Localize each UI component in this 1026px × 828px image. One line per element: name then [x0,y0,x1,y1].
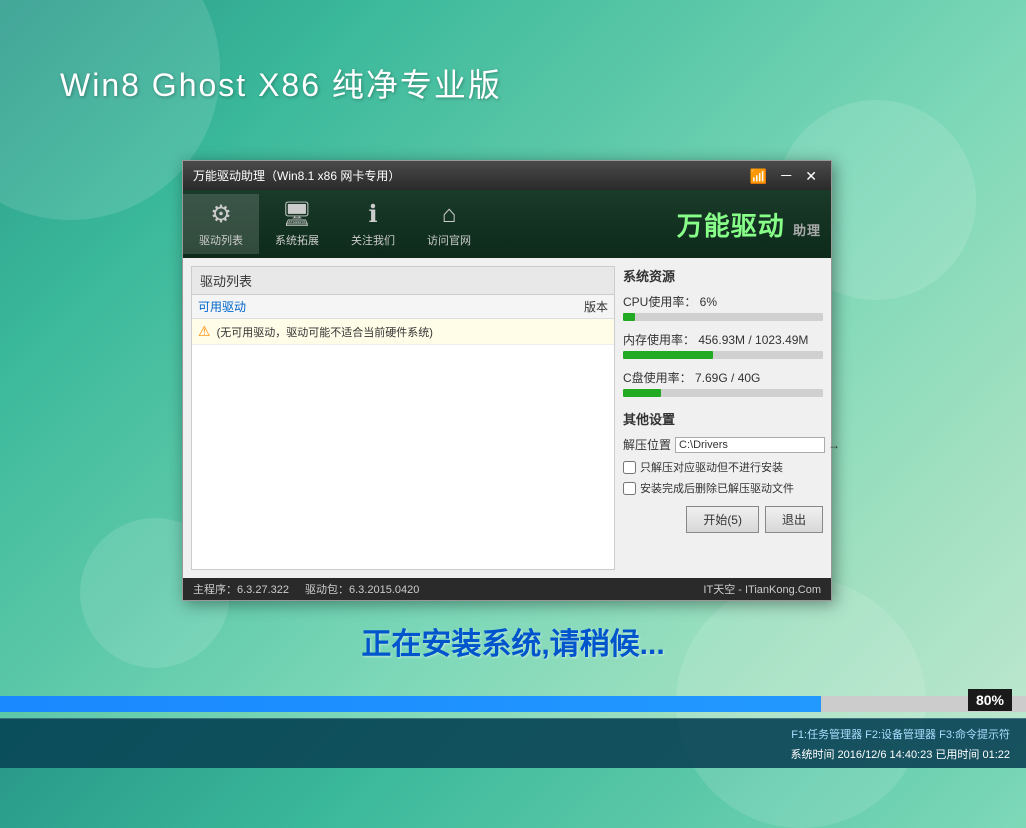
taskbar: F1:任务管理器 F2:设备管理器 F3:命令提示符 系统时间 2016/12/… [0,718,1026,768]
info-icon: ℹ [368,200,377,229]
decompress-input[interactable] [675,437,825,453]
col-version-header: 版本 [528,298,608,315]
bottom-progress-fill [0,696,821,712]
home-icon: ⌂ [442,201,457,229]
decompress-arrow-icon[interactable]: → [828,438,840,452]
warning-icon: ⚠ [198,323,211,340]
logo-main: 万能驱动 [677,211,785,241]
cpu-resource: CPU使用率： 6% [623,293,823,321]
minimize-button[interactable]: － [775,169,797,183]
progress-label: 80% [968,689,1012,711]
wifi-icon: 📶 [746,169,771,183]
main-window: 万能驱动助理（Win8.1 x86 网卡专用） 📶 － ✕ ⚙ 驱动列表 🖥 系… [182,160,832,601]
toolbar: ⚙ 驱动列表 🖥 系统拓展 ℹ 关注我们 ⌂ 访问官网 万能驱动 助理 [183,190,831,258]
decompress-label: 解压位置 [623,436,671,453]
driver-list-empty [192,345,614,545]
taskbar-shortcuts: F1:任务管理器 F2:设备管理器 F3:命令提示符 [791,726,1010,742]
driver-list-panel: 驱动列表 可用驱动 版本 ⚠ (无可用驱动，驱动可能不适合当前硬件系统) [191,266,615,570]
checkbox-row-1: 只解压对应驱动但不进行安装 [623,459,823,475]
disk-resource: C盘使用率： 7.69G / 40G [623,369,823,397]
status-left: 主程序：6.3.27.322 驱动包：6.3.2015.0420 [193,581,419,597]
checkbox-row-2: 安装完成后删除已解压驱动文件 [623,480,823,496]
other-settings-title: 其他设置 [623,409,823,428]
taskbar-right: F1:任务管理器 F2:设备管理器 F3:命令提示符 系统时间 2016/12/… [790,726,1010,762]
start-button[interactable]: 开始(5) [686,506,759,533]
checkbox-delete-after[interactable] [623,482,636,495]
close-button[interactable]: ✕ [801,169,821,183]
col-name-header: 可用驱动 [198,298,528,315]
driver-warning-text: (无可用驱动，驱动可能不适合当前硬件系统) [217,324,608,340]
toolbar-visit-site[interactable]: ⌂ 访问官网 [411,195,487,254]
other-settings: 其他设置 解压位置 → 只解压对应驱动但不进行安装 安装完成后删除已解压驱动文件… [623,409,823,533]
title-bar: 万能驱动助理（Win8.1 x86 网卡专用） 📶 － ✕ [183,161,831,190]
title-bar-left: 万能驱动助理（Win8.1 x86 网卡专用） [193,167,400,184]
checkbox-decompress-only[interactable] [623,461,636,474]
toolbar-about-us-label: 关注我们 [351,232,395,248]
checkbox-1-label: 只解压对应驱动但不进行安装 [640,459,783,475]
disk-progress-fill [623,389,661,397]
decompress-row: 解压位置 → [623,436,823,453]
disk-label: C盘使用率： 7.69G / 40G [623,369,823,386]
memory-progress-bg [623,351,823,359]
driver-panel-header: 驱动列表 [192,267,614,295]
window-title-text: 万能驱动助理（Win8.1 x86 网卡专用） [193,167,400,184]
table-row: ⚠ (无可用驱动，驱动可能不适合当前硬件系统) [192,319,614,345]
logo-sub: 助理 [793,223,821,238]
cpu-label: CPU使用率： 6% [623,293,823,310]
action-buttons: 开始(5) 退出 [623,506,823,533]
memory-label: 内存使用率： 456.93M / 1023.49M [623,331,823,348]
resource-panel: 系统资源 CPU使用率： 6% 内存使用率： 456.93M / 1023.49… [623,266,823,570]
disk-progress-bg [623,389,823,397]
toolbar-visit-site-label: 访问官网 [427,232,471,248]
status-brand: IT天空 - ITianKong.Com [703,581,821,597]
exit-button[interactable]: 退出 [765,506,823,533]
status-bar: 主程序：6.3.27.322 驱动包：6.3.2015.0420 IT天空 - … [183,578,831,600]
desktop-title: Win8 Ghost X86 纯净专业版 [60,60,502,106]
bottom-progress-track [0,696,1026,712]
memory-progress-fill [623,351,713,359]
installing-text: 正在安装系统,请稍候... [0,619,1026,663]
memory-resource: 内存使用率： 456.93M / 1023.49M [623,331,823,359]
toolbar-logo: 万能驱动 助理 [677,206,821,243]
gear-icon: ⚙ [210,200,232,229]
checkbox-2-label: 安装完成后删除已解压驱动文件 [640,480,794,496]
taskbar-datetime: 系统时间 2016/12/6 14:40:23 已用时间 01:22 [790,746,1010,762]
toolbar-driver-list[interactable]: ⚙ 驱动列表 [183,194,259,254]
toolbar-system-ext-label: 系统拓展 [275,232,319,248]
driver-table: 可用驱动 版本 ⚠ (无可用驱动，驱动可能不适合当前硬件系统) [192,295,614,545]
status-main-program: 主程序：6.3.27.322 [193,581,289,597]
title-bar-controls: 📶 － ✕ [746,169,821,183]
cpu-progress-fill [623,313,635,321]
toolbar-system-ext[interactable]: 🖥 系统拓展 [259,194,335,254]
status-driver-pack: 驱动包：6.3.2015.0420 [305,581,419,597]
toolbar-about-us[interactable]: ℹ 关注我们 [335,194,411,254]
monitor-icon: 🖥 [282,200,312,229]
driver-table-header: 可用驱动 版本 [192,295,614,319]
content-area: 驱动列表 可用驱动 版本 ⚠ (无可用驱动，驱动可能不适合当前硬件系统) 系统资… [183,258,831,578]
toolbar-driver-list-label: 驱动列表 [199,232,243,248]
cpu-progress-bg [623,313,823,321]
resource-section-title: 系统资源 [623,266,823,285]
